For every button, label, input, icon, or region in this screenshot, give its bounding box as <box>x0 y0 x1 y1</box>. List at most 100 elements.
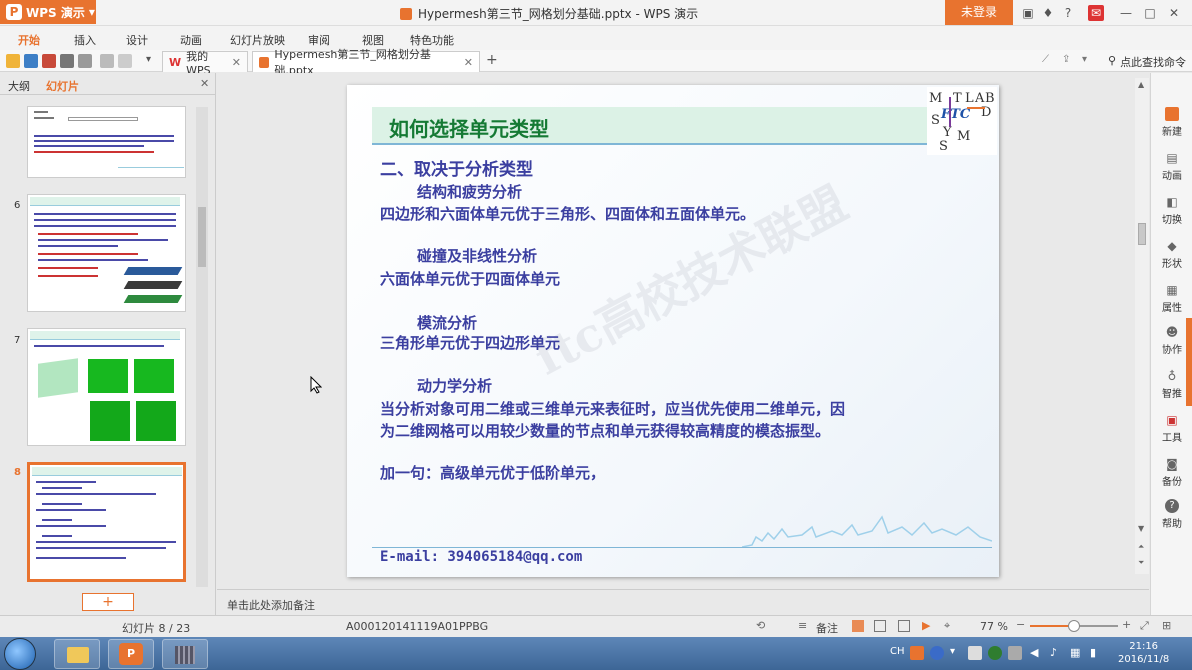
tray-arrow-icon[interactable]: ▾ <box>950 646 964 660</box>
notes-toggle-label[interactable]: 备注 <box>816 620 838 636</box>
item-text[interactable]: 六面体单元优于四面体单元 <box>380 268 560 289</box>
login-button[interactable]: 未登录 <box>945 0 1013 25</box>
slide-thumbnail[interactable] <box>27 106 186 178</box>
fullscreen-icon[interactable]: ⊞ <box>1162 619 1171 632</box>
preview-icon[interactable] <box>78 54 92 68</box>
help-icon[interactable]: ? <box>1060 5 1076 21</box>
share-icon[interactable]: ⇪ <box>1062 54 1076 68</box>
notes-icon[interactable]: ≡ <box>798 619 807 632</box>
restore-icon[interactable]: ⟲ <box>756 619 765 632</box>
normal-view-icon[interactable] <box>852 620 864 632</box>
task-wps-presentation[interactable]: P <box>108 639 154 669</box>
tray-app-icon[interactable] <box>1008 646 1022 660</box>
reading-view-icon[interactable] <box>898 620 910 632</box>
close-tab-icon[interactable]: ✕ <box>464 56 473 69</box>
start-button[interactable] <box>4 638 36 670</box>
item-text[interactable]: 四边形和六面体单元优于三角形、四面体和五面体单元。 <box>380 203 755 224</box>
location-icon[interactable]: ⌖ <box>944 619 950 633</box>
sidebar-item-tools[interactable]: ▣ 工具 <box>1151 413 1192 444</box>
tab-home[interactable]: 开始 <box>18 32 40 48</box>
tab-outline[interactable]: 大纲 <box>8 78 30 94</box>
extra-note[interactable]: 加一句：高级单元优于低阶单元， <box>380 462 605 483</box>
zoom-out-icon[interactable]: − <box>1016 618 1025 631</box>
tab-slides[interactable]: 幻灯片 <box>46 78 79 94</box>
close-panel-icon[interactable]: ✕ <box>200 77 209 90</box>
next-slide-icon[interactable]: ⏷ <box>1138 558 1144 568</box>
language-indicator[interactable]: CH <box>890 646 905 657</box>
tab-animation[interactable]: 动画 <box>180 32 202 48</box>
item-text[interactable]: 为二维网格可以用较少数量的节点和单元获得较高精度的模态振型。 <box>380 420 830 441</box>
tab-design[interactable]: 设计 <box>126 32 148 48</box>
slide[interactable]: ftc高校技术联盟 如何选择单元类型 M T L A B FTC D S Y M… <box>347 85 999 577</box>
item-heading[interactable]: 碰撞及非线性分析 <box>417 245 537 266</box>
close-tab-icon[interactable]: ✕ <box>232 56 241 69</box>
tab-insert[interactable]: 插入 <box>74 32 96 48</box>
command-search[interactable]: ⚲ 点此查找命令 <box>1108 54 1186 70</box>
section-heading[interactable]: 二、取决于分析类型 <box>380 155 533 180</box>
ime-icon[interactable] <box>910 646 924 660</box>
pin-icon[interactable]: ⟋ <box>1042 54 1056 68</box>
canvas-scroll-thumb[interactable] <box>1138 223 1146 245</box>
zoom-level[interactable]: 77 % <box>980 620 1008 633</box>
sidebar-item-properties[interactable]: ▦ 属性 <box>1151 283 1192 314</box>
volume-icon[interactable]: ♪ <box>1050 646 1064 660</box>
item-heading[interactable]: 结构和疲劳分析 <box>417 181 522 202</box>
tray-security-icon[interactable] <box>988 646 1002 660</box>
system-clock[interactable]: 21:16 2016/11/8 <box>1118 640 1169 666</box>
minimize-icon[interactable]: — <box>1118 5 1134 21</box>
task-explorer[interactable] <box>54 639 100 669</box>
panel-scroll-thumb[interactable] <box>198 207 206 267</box>
feedback-icon[interactable]: ✉ <box>1088 5 1104 21</box>
zoom-slider[interactable] <box>1030 620 1118 632</box>
add-slide-button[interactable]: + <box>82 593 134 611</box>
panel-scrollbar[interactable] <box>196 107 208 587</box>
slide-thumbnail[interactable] <box>27 328 186 446</box>
print-icon[interactable] <box>60 54 74 68</box>
skin-icon[interactable]: ▣ <box>1020 5 1036 21</box>
signal-icon[interactable]: ▮ <box>1090 646 1104 660</box>
new-tab-icon[interactable]: + <box>486 53 500 68</box>
slide-thumbnail[interactable] <box>27 194 186 312</box>
prev-slide-icon[interactable]: ⏶ <box>1138 542 1144 552</box>
zoom-slider-knob[interactable] <box>1068 620 1080 632</box>
sidebar-item-animation[interactable]: ▤ 动画 <box>1151 151 1192 182</box>
network-icon[interactable]: ▦ <box>1070 646 1084 660</box>
speaker-icon[interactable]: ◀ <box>1030 646 1044 660</box>
tab-document[interactable]: Hypermesh第三节_网格划分基础.pptx ✕ <box>252 48 480 77</box>
item-heading[interactable]: 模流分析 <box>417 312 477 333</box>
scroll-up-icon[interactable]: ▲ <box>1138 80 1144 89</box>
item-heading[interactable]: 动力学分析 <box>417 375 492 396</box>
maximize-icon[interactable]: □ <box>1142 5 1158 21</box>
slide-thumbnail-selected[interactable] <box>27 462 186 582</box>
slide-sorter-icon[interactable] <box>874 620 886 632</box>
shirt-icon[interactable]: ♦ <box>1040 5 1056 21</box>
item-text[interactable]: 三角形单元优于四边形单元 <box>380 332 560 353</box>
tray-app-icon[interactable] <box>968 646 982 660</box>
app-menu-button[interactable]: P WPS 演示 ▾ <box>0 0 96 24</box>
tab-my-wps[interactable]: W 我的WPS ✕ <box>162 50 248 77</box>
sidebar-collapse-handle[interactable] <box>1186 318 1192 406</box>
task-app[interactable] <box>162 639 208 669</box>
redo-icon[interactable] <box>118 54 132 68</box>
help-tray-icon[interactable] <box>930 646 944 660</box>
zoom-in-icon[interactable]: + <box>1122 618 1131 631</box>
slideshow-icon[interactable]: ▶ <box>922 619 930 632</box>
notes-placeholder[interactable]: 单击此处添加备注 <box>227 597 315 613</box>
slide-title[interactable]: 如何选择单元类型 <box>389 113 549 142</box>
notes-pane[interactable]: 单击此处添加备注 <box>217 589 1149 615</box>
sidebar-item-new[interactable]: 新建 <box>1151 107 1192 138</box>
sidebar-item-backup[interactable]: ◙ 备份 <box>1151 457 1192 488</box>
canvas-scrollbar[interactable]: ▲ ▼ ⏶ ⏷ <box>1135 78 1149 574</box>
email-text[interactable]: E-mail: 394065184@qq.com <box>380 549 582 565</box>
sidebar-item-shape[interactable]: ◆ 形状 <box>1151 239 1192 270</box>
save-icon[interactable] <box>24 54 38 68</box>
customize-dropdown-icon[interactable]: ▾ <box>146 54 160 68</box>
close-icon[interactable]: ✕ <box>1166 5 1182 21</box>
sidebar-item-help[interactable]: ? 帮助 <box>1151 499 1192 530</box>
sidebar-item-transition[interactable]: ◧ 切换 <box>1151 195 1192 226</box>
fit-window-icon[interactable]: ⤢ <box>1140 619 1149 633</box>
item-text[interactable]: 当分析对象可用二维或三维单元来表征时，应当优先使用二维单元，因 <box>380 398 845 419</box>
open-icon[interactable] <box>6 54 20 68</box>
undo-icon[interactable] <box>100 54 114 68</box>
scroll-down-icon[interactable]: ▼ <box>1138 524 1144 533</box>
